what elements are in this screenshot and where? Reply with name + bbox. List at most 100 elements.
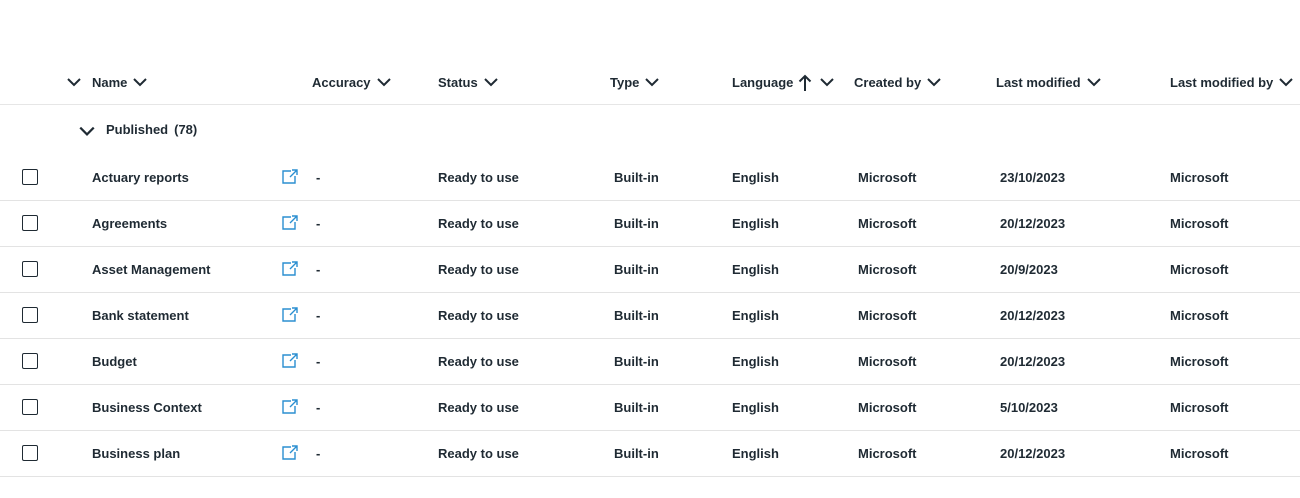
cell-language: English (732, 215, 779, 231)
cell-name[interactable]: Actuary reports (92, 154, 189, 200)
column-header-status-label: Status (438, 74, 478, 90)
row-checkbox[interactable] (22, 307, 38, 323)
cell-accuracy: - (316, 169, 321, 185)
cell-name[interactable]: Business Context (92, 384, 202, 430)
column-header-last-modified-by[interactable]: Last modified by (1170, 72, 1294, 92)
column-header-language-label: Language (732, 74, 794, 90)
cell-name[interactable]: Bank statement (92, 292, 189, 338)
column-header-language[interactable]: Language (732, 72, 835, 92)
row-checkbox[interactable] (22, 399, 38, 415)
cell-type: Built-in (614, 169, 659, 185)
chevron-down-icon (644, 74, 660, 90)
cell-type: Built-in (614, 307, 659, 323)
column-header-name[interactable]: Name (92, 72, 148, 92)
column-header-last-modified-label: Last modified (996, 74, 1081, 90)
row-checkbox[interactable] (22, 169, 38, 185)
cell-created-by: Microsoft (858, 399, 917, 415)
cell-last-modified-by: Microsoft (1170, 399, 1229, 415)
row-checkbox[interactable] (22, 215, 38, 231)
group-label: Published (78) (106, 122, 197, 137)
cell-accuracy: - (316, 399, 321, 415)
cell-type: Built-in (614, 215, 659, 231)
open-in-new-window-icon[interactable] (280, 352, 300, 370)
cell-language: English (732, 399, 779, 415)
cell-status: Ready to use (438, 353, 519, 369)
open-in-new-window-icon[interactable] (280, 214, 300, 232)
cell-created-by: Microsoft (858, 169, 917, 185)
cell-name[interactable]: Business plan (92, 430, 180, 476)
cell-last-modified: 20/9/2023 (1000, 261, 1058, 277)
column-header-type-label: Type (610, 74, 640, 90)
cell-name[interactable]: Asset Management (92, 246, 210, 292)
cell-last-modified: 20/12/2023 (1000, 215, 1066, 231)
cell-accuracy: - (316, 261, 321, 277)
table-row[interactable]: Business Context - Ready to use Built-in Eng… (0, 384, 1300, 431)
cell-last-modified: 23/10/2023 (1000, 169, 1066, 185)
chevron-down-icon (1278, 74, 1294, 90)
table-row[interactable]: Budget - Ready to use Built-in English Micros… (0, 338, 1300, 385)
chevron-down-icon (132, 74, 148, 90)
cell-name[interactable]: Budget (92, 338, 137, 384)
chevron-down-icon (1086, 74, 1102, 90)
cell-last-modified-by: Microsoft (1170, 445, 1229, 461)
cell-last-modified: 5/10/2023 (1000, 399, 1058, 415)
chevron-down-icon (66, 74, 82, 90)
cell-last-modified-by: Microsoft (1170, 353, 1229, 369)
cell-last-modified-by: Microsoft (1170, 169, 1229, 185)
cell-created-by: Microsoft (858, 353, 917, 369)
cell-status: Ready to use (438, 445, 519, 461)
cell-language: English (732, 445, 779, 461)
group-count: (78) (174, 122, 198, 137)
column-header-created-by-label: Created by (854, 74, 922, 90)
expand-all-groups-toggle[interactable] (66, 72, 82, 92)
column-header-last-modified-by-label: Last modified by (1170, 74, 1274, 90)
cell-accuracy: - (316, 353, 321, 369)
open-in-new-window-icon[interactable] (280, 260, 300, 278)
group-header-published: Published (78) (0, 110, 1300, 152)
cell-status: Ready to use (438, 169, 519, 185)
cell-type: Built-in (614, 445, 659, 461)
chevron-down-icon[interactable] (78, 122, 96, 140)
cell-last-modified: 20/12/2023 (1000, 445, 1066, 461)
cell-status: Ready to use (438, 399, 519, 415)
cell-created-by: Microsoft (858, 445, 917, 461)
row-checkbox[interactable] (22, 261, 38, 277)
row-checkbox[interactable] (22, 353, 38, 369)
cell-accuracy: - (316, 215, 321, 231)
cell-type: Built-in (614, 399, 659, 415)
table-row[interactable]: Asset Management - Ready to use Built-in Eng… (0, 246, 1300, 293)
cell-language: English (732, 353, 779, 369)
column-header-last-modified[interactable]: Last modified (996, 72, 1102, 92)
cell-status: Ready to use (438, 215, 519, 231)
table-row[interactable]: Bank statement - Ready to use Built-in Engli… (0, 292, 1300, 339)
cell-last-modified: 20/12/2023 (1000, 353, 1066, 369)
open-in-new-window-icon[interactable] (280, 398, 300, 416)
table-header: Name Accuracy Status Type Language Creat… (0, 60, 1300, 105)
cell-last-modified: 20/12/2023 (1000, 307, 1066, 323)
cell-last-modified-by: Microsoft (1170, 307, 1229, 323)
open-in-new-window-icon[interactable] (280, 306, 300, 324)
chevron-down-icon (926, 74, 942, 90)
chevron-down-icon (376, 74, 392, 90)
table-row[interactable]: Business plan - Ready to use Built-in Englis… (0, 430, 1300, 477)
column-header-status[interactable]: Status (438, 72, 499, 92)
open-in-new-window-icon[interactable] (280, 444, 300, 462)
column-header-accuracy[interactable]: Accuracy (312, 72, 392, 92)
cell-last-modified-by: Microsoft (1170, 261, 1229, 277)
column-header-type[interactable]: Type (610, 72, 660, 92)
chevron-down-icon (483, 74, 499, 90)
column-header-accuracy-label: Accuracy (312, 74, 371, 90)
cell-language: English (732, 169, 779, 185)
cell-created-by: Microsoft (858, 215, 917, 231)
cell-language: English (732, 307, 779, 323)
cell-accuracy: - (316, 307, 321, 323)
table-row[interactable]: Actuary reports - Ready to use Built-in Engl… (0, 154, 1300, 201)
table-row[interactable]: Agreements - Ready to use Built-in English Mi… (0, 200, 1300, 247)
chevron-down-icon (819, 74, 835, 90)
cell-type: Built-in (614, 261, 659, 277)
row-checkbox[interactable] (22, 445, 38, 461)
cell-name[interactable]: Agreements (92, 200, 167, 246)
group-name: Published (106, 122, 169, 137)
column-header-created-by[interactable]: Created by (854, 72, 942, 92)
open-in-new-window-icon[interactable] (280, 168, 300, 186)
